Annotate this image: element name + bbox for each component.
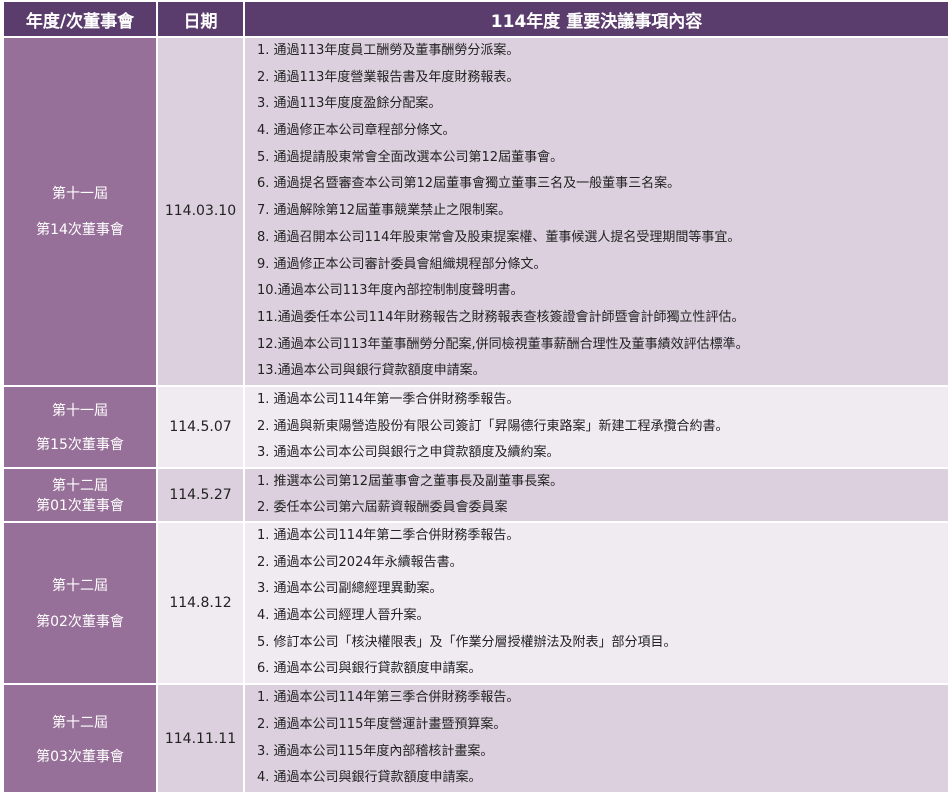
resolution-item: 5. 通過提請股東常會全面改選本公司第12屆董事會。 bbox=[257, 149, 564, 165]
resolution-item: 1. 通過本公司114年第一季合併財務季報告。 bbox=[257, 391, 520, 407]
resolution-item: 4. 通過本公司經理人晉升案。 bbox=[257, 608, 430, 624]
resolution-list: 1. 通過本公司114年第二季合併財務季報告。 2. 通過本公司2024年永續報告… bbox=[243, 520, 950, 686]
resolution-list: 1. 通過本公司114年第一季合併財務季報告。 2. 通過與新東陽營造股份有限公司… bbox=[243, 384, 950, 470]
resolution-item: 9. 通過修正本公司審計委員會組織規程部分條文。 bbox=[257, 256, 547, 272]
resolution-list: 1. 通過113年度員工酬勞及董事酬勞分派案。 2. 通過113年度營業報告書及年… bbox=[243, 36, 950, 387]
resolution-item: 8. 通過召開本公司114年股東常會及股東提案權、董事候選人提名受理期間等事宜。 bbox=[257, 229, 741, 245]
term-cell: 第十二屆第02次董事會 bbox=[2, 520, 158, 686]
header-resolutions: 114年度 重要決議事項內容 bbox=[243, 0, 950, 38]
date-cell: 114.11.11 bbox=[156, 683, 245, 794]
term-label: 第十一屆 bbox=[52, 402, 108, 419]
meeting-row: 第十一屆 第15次董事會 114.5.07 1. 通過本公司114年第一季合併財務季報… bbox=[2, 384, 950, 470]
resolutions-table: 年度/次董事會 日期 114年度 重要決議事項內容 第十一屆 第14次董事會 114… bbox=[2, 0, 950, 794]
meeting-label: 第03次董事會 bbox=[36, 748, 124, 765]
header-row: 年度/次董事會 日期 114年度 重要決議事項內容 bbox=[2, 0, 950, 38]
date-cell: 114.8.12 bbox=[156, 520, 245, 686]
meeting-label: 第14次董事會 bbox=[36, 222, 124, 239]
term-cell: 第十二屆第01次董事會 bbox=[2, 467, 158, 523]
resolution-item: 1. 通過本公司114年第三季合併財務季報告。 bbox=[257, 690, 520, 706]
resolution-item: 2. 通過本公司2024年永續報告書。 bbox=[257, 554, 463, 570]
resolution-item: 2. 通過與新東陽營造股份有限公司簽訂「昇陽德行東路案」新建工程承攬合約書。 bbox=[257, 418, 729, 434]
resolution-item: 7. 通過解除第12屆董事競業禁止之限制案。 bbox=[257, 203, 512, 219]
term-cell: 第十二屆第03次董事會 bbox=[2, 683, 158, 794]
header-date: 日期 bbox=[156, 0, 245, 38]
term-label: 第十一屆 bbox=[52, 186, 108, 203]
term-label: 第十二屆 bbox=[52, 578, 108, 595]
resolution-item: 4. 通過修正本公司章程部分條文。 bbox=[257, 123, 456, 139]
resolution-item: 13.通過本公司與銀行貸款額度申請案。 bbox=[257, 363, 486, 379]
meeting-label: 第01次董事會 bbox=[36, 498, 124, 514]
resolution-list: 1. 推選本公司第12屆董事會之董事長及副董事長案。 2. 委任本公司第六屆薪資報… bbox=[243, 467, 950, 523]
resolution-item: 3. 通過本公司本公司與銀行之申貸款額度及續約案。 bbox=[257, 445, 560, 461]
resolution-item: 1. 通過本公司114年第二季合併財務季報告。 bbox=[257, 528, 520, 543]
term-label: 第十二屆 bbox=[52, 478, 108, 494]
meeting-label: 第15次董事會 bbox=[36, 436, 124, 453]
resolution-item: 2. 委任本公司第六屆薪資報酬委員會委員案 bbox=[257, 500, 508, 515]
resolution-item: 4. 通過本公司與銀行貸款額度申請案。 bbox=[257, 770, 482, 786]
date-cell: 114.5.27 bbox=[156, 467, 245, 523]
resolution-item: 6. 通過提名暨審查本公司第12屆董事會獨立董事三名及一般董事三名案。 bbox=[257, 176, 681, 192]
header-term: 年度/次董事會 bbox=[2, 0, 158, 38]
resolution-item: 1. 通過113年度員工酬勞及董事酬勞分派案。 bbox=[257, 43, 520, 58]
resolution-item: 2. 通過113年度營業報告書及年度財務報表。 bbox=[257, 69, 520, 85]
term-cell: 第十一屆第14次董事會 bbox=[2, 36, 158, 387]
meeting-row: 第十一屆 第14次董事會 114.03.10 1. 通過113年度員工酬勞及董事酬勞分… bbox=[2, 36, 950, 387]
resolution-item: 6. 通過本公司與銀行貸款額度申請案。 bbox=[257, 661, 482, 677]
resolution-item: 10.通過本公司113年度內部控制制度聲明書。 bbox=[257, 283, 524, 299]
resolution-item: 11.通過委任本公司114年財務報告之財務報表查核簽證會計師暨會計師獨立性評估。 bbox=[257, 309, 745, 325]
resolution-item: 5. 修訂本公司「核決權限表」及「作業分層授權辦法及附表」部分項目。 bbox=[257, 634, 677, 650]
resolution-item: 3. 通過113年度度盈餘分配案。 bbox=[257, 96, 442, 112]
resolution-item: 1. 推選本公司第12屆董事會之董事長及副董事長案。 bbox=[257, 474, 564, 489]
resolution-item: 2. 通過本公司115年度營運計畫暨預算案。 bbox=[257, 716, 507, 732]
resolution-item: 12.通過本公司113年董事酬勞分配案,併同檢視董事薪酬合理性及董事績效評估標準… bbox=[257, 336, 749, 352]
resolution-list: 1. 通過本公司114年第三季合併財務季報告。 2. 通過本公司115年度營運計畫… bbox=[243, 683, 950, 794]
resolution-item: 3. 通過本公司115年度內部稽核計畫案。 bbox=[257, 743, 494, 759]
date-cell: 114.03.10 bbox=[156, 36, 245, 387]
meeting-row: 第十二屆 第03次董事會 114.11.11 1. 通過本公司114年第三季合併財務季… bbox=[2, 683, 950, 794]
term-cell: 第十一屆第15次董事會 bbox=[2, 384, 158, 470]
meeting-row: 第十二屆 第01次董事會 114.5.27 1. 推選本公司第12屆董事會之董事長及副… bbox=[2, 467, 950, 523]
resolution-item: 3. 通過本公司副總經理異動案。 bbox=[257, 581, 443, 597]
meeting-label: 第02次董事會 bbox=[36, 614, 124, 631]
meeting-row: 第十二屆 第02次董事會 114.8.12 1. 通過本公司114年第二季合併財務季報… bbox=[2, 520, 950, 686]
term-label: 第十二屆 bbox=[52, 714, 108, 731]
date-cell: 114.5.07 bbox=[156, 384, 245, 470]
